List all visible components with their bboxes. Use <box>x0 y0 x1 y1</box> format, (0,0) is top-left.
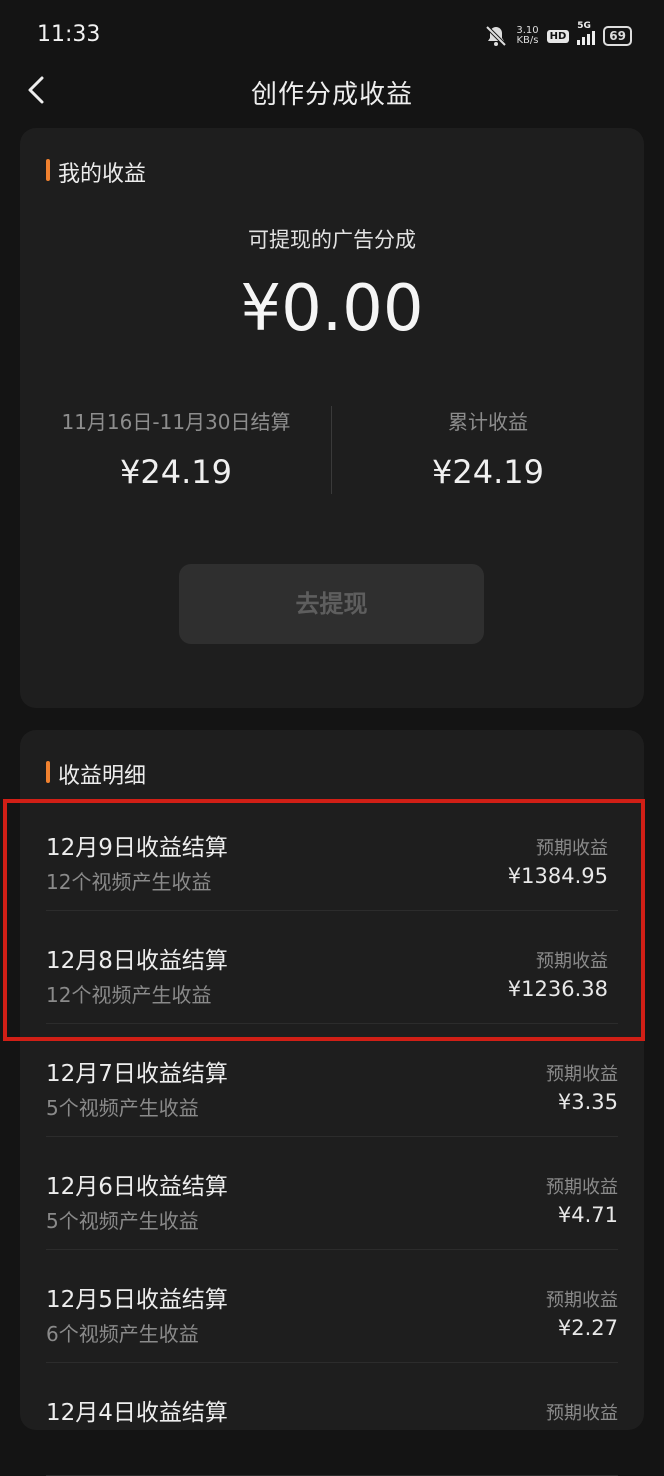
item-subtitle: 6个视频产生收益 <box>46 1322 199 1346</box>
total-earnings: 累计收益 ¥24.19 <box>332 406 644 491</box>
network-speed: 3.10 KB/s <box>516 26 538 46</box>
list-item[interactable]: 12月8日收益结算 12个视频产生收益 预期收益 ¥1236.38 <box>46 911 618 1024</box>
system-icons: 3.10 KB/s HD 5G 69 <box>484 21 632 50</box>
nav-bar: 创作分成收益 <box>0 60 664 120</box>
item-title: 12月4日收益结算 <box>46 1400 228 1426</box>
withdrawable-amount: ¥0.00 <box>240 272 424 346</box>
network-type: 5G <box>577 21 591 31</box>
item-subtitle: 5个视频产生收益 <box>46 1209 199 1233</box>
list-item[interactable]: 12月9日收益结算 12个视频产生收益 预期收益 ¥1384.95 <box>46 798 618 911</box>
item-title: 12月6日收益结算 <box>46 1174 228 1200</box>
earnings-details-card: 收益明细 12月9日收益结算 12个视频产生收益 预期收益 ¥1384.95 1… <box>20 730 644 1476</box>
my-earnings-title: 我的收益 <box>46 156 146 188</box>
item-amount: ¥1384.95 <box>507 864 608 888</box>
item-amount: ¥2.27 <box>557 1316 618 1340</box>
item-expected-label: 预期收益 <box>546 1064 618 1085</box>
period-settlement: 11月16日-11月30日结算 ¥24.19 <box>20 406 332 491</box>
bell-off-icon <box>485 25 507 47</box>
page-title: 创作分成收益 <box>250 80 413 110</box>
network-speed-unit: KB/s <box>516 35 539 46</box>
status-time: 11:33 <box>37 22 101 47</box>
item-subtitle: 12个视频产生收益 <box>46 983 212 1007</box>
item-subtitle: 5个视频产生收益 <box>46 1096 199 1120</box>
item-title: 12月5日收益结算 <box>46 1287 228 1313</box>
item-amount: ¥4.71 <box>557 1203 618 1227</box>
period-settlement-label: 11月16日-11月30日结算 <box>61 410 291 434</box>
period-settlement-amount: ¥24.19 <box>120 453 232 491</box>
item-amount: ¥3.35 <box>557 1090 618 1114</box>
battery-icon: 69 <box>603 26 632 46</box>
item-title: 12月8日收益结算 <box>46 948 228 974</box>
total-earnings-amount: ¥24.19 <box>432 453 544 491</box>
item-amount: ¥1236.38 <box>507 977 608 1001</box>
total-earnings-label: 累计收益 <box>448 410 528 434</box>
item-title: 12月9日收益结算 <box>46 835 228 861</box>
item-subtitle: 12个视频产生收益 <box>46 870 212 894</box>
hd-icon: HD <box>546 29 570 43</box>
withdrawable-label: 可提现的广告分成 <box>248 228 416 252</box>
my-earnings-card: 我的收益 可提现的广告分成 ¥0.00 11月16日-11月30日结算 ¥24.… <box>20 128 644 708</box>
item-expected-label: 预期收益 <box>546 1403 618 1424</box>
signal-icon: 5G <box>577 21 596 45</box>
withdraw-button[interactable]: 去提现 <box>179 564 484 644</box>
list-item[interactable]: 12月6日收益结算 5个视频产生收益 预期收益 ¥4.71 <box>46 1137 618 1250</box>
item-expected-label: 预期收益 <box>536 951 608 972</box>
item-expected-label: 预期收益 <box>546 1290 618 1311</box>
list-item[interactable]: 12月4日收益结算 预期收益 <box>46 1363 618 1476</box>
item-title: 12月7日收益结算 <box>46 1061 228 1087</box>
item-expected-label: 预期收益 <box>536 838 608 859</box>
battery-level: 69 <box>609 29 626 43</box>
list-item[interactable]: 12月5日收益结算 6个视频产生收益 预期收益 ¥2.27 <box>46 1250 618 1363</box>
list-item[interactable]: 12月7日收益结算 5个视频产生收益 预期收益 ¥3.35 <box>46 1024 618 1137</box>
earnings-list: 12月9日收益结算 12个视频产生收益 预期收益 ¥1384.95 12月8日收… <box>46 798 618 1476</box>
earnings-details-title: 收益明细 <box>46 758 146 790</box>
item-expected-label: 预期收益 <box>546 1177 618 1198</box>
